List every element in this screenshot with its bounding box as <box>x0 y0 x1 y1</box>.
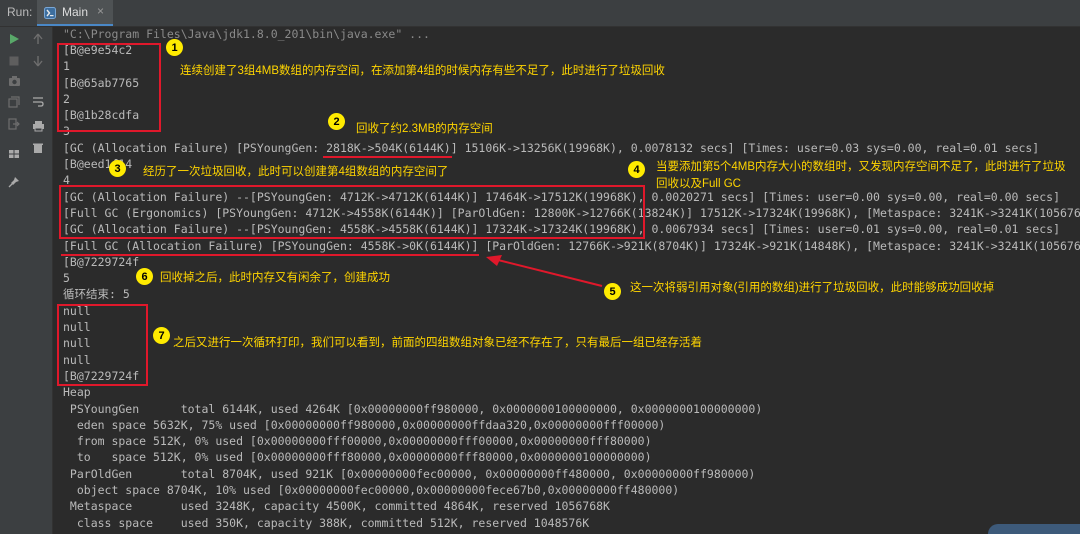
console-line-command: "C:\Program Files\Java\jdk1.8.0_201\bin\… <box>63 27 430 41</box>
rerun-icon[interactable] <box>5 30 23 48</box>
run-label: Run: <box>7 5 33 19</box>
exit-icon[interactable] <box>5 115 23 133</box>
highlight-box-1 <box>57 43 161 132</box>
console-line: Heap <box>63 385 91 399</box>
console-line: PSYoungGen total 6144K, used 4264K [0x00… <box>63 402 763 416</box>
annotation-badge-6: 6 <box>136 268 153 285</box>
annotation-note-6: 回收掉之后，此时内存又有闲余了，创建成功 <box>160 272 390 284</box>
status-corner <box>988 524 1080 534</box>
annotation-badge-7: 7 <box>153 327 170 344</box>
restore-icon[interactable] <box>5 93 23 111</box>
console-line: Metaspace used 3248K, capacity 4500K, co… <box>63 499 610 513</box>
console-line-gc: [GC (Allocation Failure) [PSYoungGen: 28… <box>63 141 1040 155</box>
console-line: to space 512K, 0% used [0x00000000fff800… <box>63 450 652 464</box>
run-tool-window-header: Run: Main × <box>0 0 1080 27</box>
annotation-badge-5: 5 <box>604 283 621 300</box>
layout-icon[interactable] <box>5 145 23 163</box>
console-line: 5 <box>63 271 70 285</box>
annotation-badge-2: 2 <box>328 113 345 130</box>
annotation-note-2: 回收了约2.3MB的内存空间 <box>356 123 493 135</box>
stop-icon[interactable] <box>5 52 23 70</box>
annotation-note-1: 连续创建了3组4MB数组的内存空间，在添加第4组的时候内存有些不足了，此时进行了… <box>180 65 665 77</box>
delete-icon[interactable] <box>29 139 47 157</box>
arrow-icon <box>486 255 603 287</box>
tab-main-label: Main <box>62 5 89 19</box>
annotation-note-3: 经历了一次垃圾回收，此时可以创建第4组数组的内存空间了 <box>143 166 449 178</box>
down-icon[interactable] <box>29 52 47 70</box>
highlight-box-4 <box>59 185 645 239</box>
underline-young-gen-gc <box>323 156 452 158</box>
up-icon[interactable] <box>29 30 47 48</box>
console-line: [B@7229724f <box>63 255 140 269</box>
camera-icon[interactable] <box>5 72 23 90</box>
run-toolbar <box>0 27 53 534</box>
console-line: 循环结束: 5 <box>63 287 130 301</box>
annotation-note-4a: 当要添加第5个4MB内存大小的数组时，又发现内存空间不足了，此时进行了垃圾 <box>656 161 1066 173</box>
highlight-box-7 <box>57 304 148 386</box>
annotation-note-7: 之后又进行一次循环打印，我们可以看到，前面的四组数组对象已经不存在了，只有最后一… <box>173 337 702 349</box>
pin-icon[interactable] <box>5 173 23 191</box>
underline-full-gc <box>61 254 479 256</box>
annotation-note-4b: 回收以及Full GC <box>656 178 741 190</box>
console-line: class space used 350K, capacity 388K, co… <box>63 516 590 530</box>
annotation-badge-3: 3 <box>109 160 126 177</box>
soft-wrap-icon[interactable] <box>29 93 47 111</box>
console-line-full-gc: [Full GC (Allocation Failure) [PSYoungGe… <box>63 239 1080 253</box>
annotation-note-5: 这一次将弱引用对象(引用的数组)进行了垃圾回收，此时能够成功回收掉 <box>630 282 995 294</box>
annotation-badge-4: 4 <box>628 161 645 178</box>
run-config-icon <box>44 7 56 19</box>
tab-main[interactable]: Main × <box>37 0 113 26</box>
console-line: eden space 5632K, 75% used [0x00000000ff… <box>63 418 666 432</box>
close-icon[interactable]: × <box>97 4 104 18</box>
console-line: ParOldGen total 8704K, used 921K [0x0000… <box>63 467 756 481</box>
print-icon[interactable] <box>29 117 47 135</box>
console-line: object space 8704K, 10% used [0x00000000… <box>63 483 680 497</box>
annotation-badge-1: 1 <box>166 39 183 56</box>
console-line: from space 512K, 0% used [0x00000000fff0… <box>63 434 652 448</box>
